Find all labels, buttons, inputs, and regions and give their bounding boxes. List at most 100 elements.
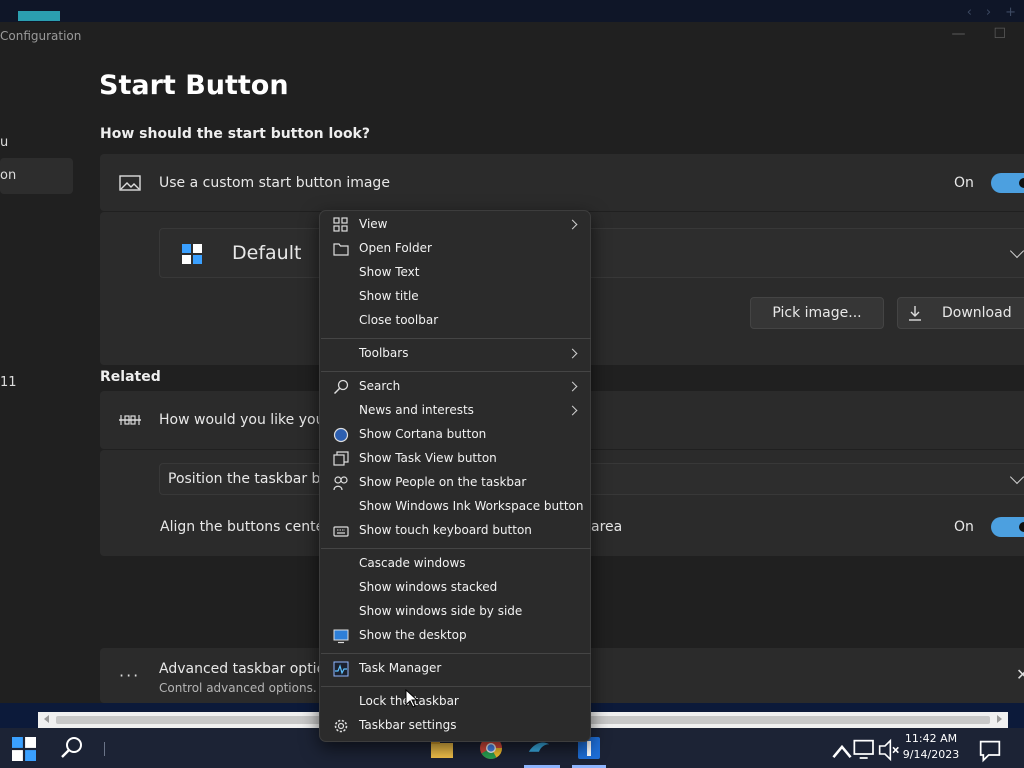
- sidebar-item-label: 11: [0, 375, 17, 390]
- menu-separator: [321, 338, 591, 339]
- menu-item-label: Cascade windows: [359, 556, 466, 570]
- menu-item-show-people[interactable]: Show People on the taskbar: [320, 471, 590, 495]
- menu-item-label: Close toolbar: [359, 313, 439, 327]
- menu-separator: [321, 548, 591, 549]
- taskbar-layout-icon: [119, 415, 141, 425]
- menu-item-label: Show touch keyboard button: [359, 523, 532, 537]
- scroll-right-icon[interactable]: [997, 715, 1002, 723]
- style-dropdown-value: Default: [232, 242, 302, 264]
- search-icon[interactable]: [60, 736, 84, 760]
- menu-separator: [321, 371, 591, 372]
- custom-image-label: Use a custom start button image: [159, 175, 390, 191]
- menu-item-cascade-windows[interactable]: Cascade windows: [320, 552, 590, 576]
- maximize-icon[interactable]: ☐: [993, 26, 1006, 42]
- taskbar-context-menu: View Open Folder Show Text Show title Cl…: [319, 210, 591, 742]
- menu-item-show-title[interactable]: Show title: [320, 285, 590, 309]
- background-tab[interactable]: [18, 11, 60, 21]
- notifications-icon[interactable]: [978, 739, 1002, 763]
- menu-item-label: Show windows side by side: [359, 604, 523, 618]
- window-title: Configuration: [0, 29, 82, 43]
- gear-icon: [334, 719, 348, 733]
- download-button[interactable]: Download: [897, 297, 1024, 329]
- sidebar-item-start-menu[interactable]: u: [0, 125, 73, 161]
- new-tab-icon[interactable]: +: [1005, 5, 1016, 20]
- windows-logo-icon: [182, 244, 202, 264]
- network-icon[interactable]: [853, 738, 877, 762]
- task-view-icon: [333, 451, 349, 466]
- folder-icon: [333, 243, 349, 256]
- sidebar-item-label: u: [0, 135, 9, 150]
- custom-image-toggle[interactable]: [991, 173, 1024, 193]
- chevron-up-icon[interactable]: [830, 740, 854, 764]
- menu-item-label: Show the desktop: [359, 628, 467, 642]
- menu-item-taskbar-settings[interactable]: Taskbar settings: [320, 714, 590, 738]
- menu-item-label: Show Cortana button: [359, 427, 487, 441]
- submenu-arrow-icon: [567, 381, 578, 392]
- background-nav-buttons: ‹ › +: [967, 5, 1016, 20]
- image-icon: [119, 175, 141, 191]
- menu-item-news-and-interests[interactable]: News and interests: [320, 399, 590, 423]
- taskbar-position-dropdown[interactable]: Position the taskbar butt: [159, 463, 1024, 495]
- clock[interactable]: 11:42 AM 9/14/2023: [898, 731, 964, 763]
- menu-item-view[interactable]: View: [320, 213, 590, 237]
- menu-item-label: Show Windows Ink Workspace button: [359, 499, 584, 513]
- toolbar-divider: [104, 742, 105, 756]
- clock-time: 11:42 AM: [904, 732, 958, 745]
- grid-icon: [333, 217, 348, 232]
- menu-item-label: View: [359, 217, 388, 231]
- submenu-arrow-icon: [567, 405, 578, 416]
- forward-arrow-icon[interactable]: ›: [986, 5, 991, 20]
- menu-item-show-windows-stacked[interactable]: Show windows stacked: [320, 576, 590, 600]
- advanced-options-subtitle: Control advanced options.: [159, 681, 317, 695]
- menu-item-show-windows-side-by-side[interactable]: Show windows side by side: [320, 600, 590, 624]
- position-dropdown-value: Position the taskbar butt: [168, 471, 341, 487]
- custom-image-card: Use a custom start button image On: [100, 154, 1024, 211]
- minimize-icon[interactable]: —: [951, 26, 965, 42]
- menu-item-show-task-view[interactable]: Show Task View button: [320, 447, 590, 471]
- pick-image-button[interactable]: Pick image...: [750, 297, 884, 329]
- menu-item-show-touch-keyboard[interactable]: Show touch keyboard button: [320, 519, 590, 543]
- window-controls: — ☐: [951, 26, 1006, 42]
- start-button-style-dropdown[interactable]: Default: [159, 228, 1024, 278]
- search-icon: [333, 379, 349, 395]
- advanced-options-title: Advanced taskbar options: [159, 661, 342, 677]
- menu-separator: [321, 686, 591, 687]
- menu-item-toolbars[interactable]: Toolbars: [320, 342, 590, 366]
- sidebar-item-start-button[interactable]: on: [0, 158, 73, 194]
- menu-item-label: Show People on the taskbar: [359, 475, 527, 489]
- menu-item-label: Show windows stacked: [359, 580, 498, 594]
- menu-item-label: Show title: [359, 289, 419, 303]
- back-arrow-icon[interactable]: ‹: [967, 5, 972, 20]
- menu-item-close-toolbar[interactable]: Close toolbar: [320, 309, 590, 333]
- page-title: Start Button: [99, 70, 289, 101]
- menu-item-lock-taskbar[interactable]: Lock the taskbar: [320, 690, 590, 714]
- menu-item-label: Show Text: [359, 265, 420, 279]
- menu-item-label: News and interests: [359, 403, 474, 417]
- submenu-arrow-icon: [567, 219, 578, 230]
- menu-separator: [321, 653, 591, 654]
- chevron-right-icon: ✕: [1016, 665, 1024, 684]
- menu-item-task-manager[interactable]: Task Manager: [320, 657, 590, 681]
- chevron-down-icon: [1009, 469, 1024, 485]
- section-heading-look: How should the start button look?: [100, 126, 370, 142]
- menu-item-label: Open Folder: [359, 241, 432, 255]
- align-center-toggle[interactable]: [991, 517, 1024, 537]
- submenu-arrow-icon: [567, 348, 578, 359]
- start-button-icon[interactable]: [12, 737, 36, 761]
- menu-item-show-desktop[interactable]: Show the desktop: [320, 624, 590, 648]
- desktop: { "window": { "title": "Configuration" }…: [0, 0, 1024, 768]
- people-icon: [333, 476, 348, 491]
- title-bar: Configuration — ☐: [0, 22, 1024, 52]
- menu-item-show-text[interactable]: Show Text: [320, 261, 590, 285]
- sidebar-item-windows-11[interactable]: 11: [0, 365, 73, 401]
- align-center-label: Align the buttons center n: [160, 519, 344, 535]
- menu-item-open-folder[interactable]: Open Folder: [320, 237, 590, 261]
- menu-item-show-cortana[interactable]: Show Cortana button: [320, 423, 590, 447]
- taskbar-question-label: How would you like your t: [159, 412, 341, 428]
- menu-item-show-ink-workspace[interactable]: Show Windows Ink Workspace button: [320, 495, 590, 519]
- menu-item-label: Toolbars: [359, 346, 409, 360]
- align-center-label-end: area: [591, 519, 623, 535]
- align-center-state: On: [954, 519, 974, 535]
- menu-item-search[interactable]: Search: [320, 375, 590, 399]
- scroll-left-icon[interactable]: [44, 715, 49, 723]
